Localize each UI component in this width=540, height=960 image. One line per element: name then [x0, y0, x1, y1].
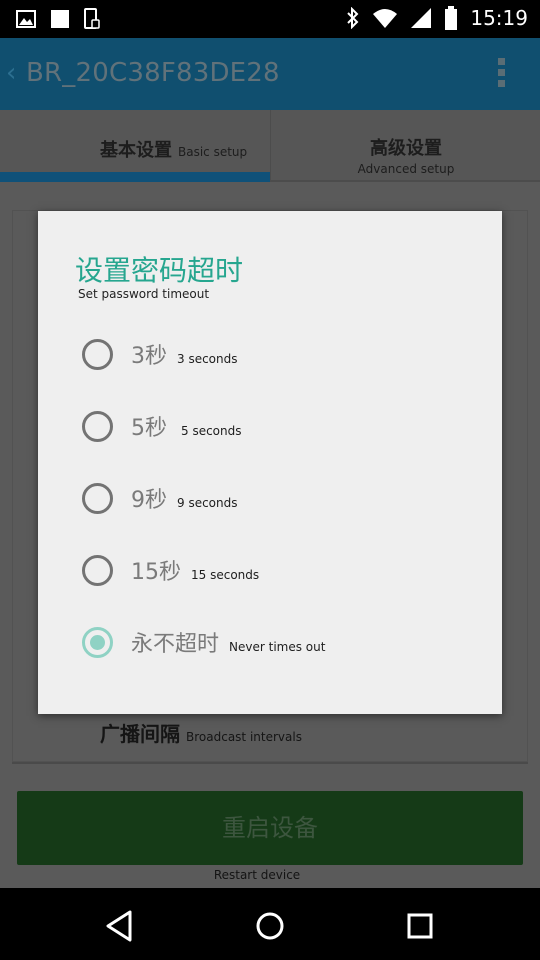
tab-indicator [0, 172, 270, 182]
chevron-left-icon[interactable]: ‹ [6, 58, 16, 88]
option-label-cn: 永不超时 [131, 632, 220, 657]
image-icon [16, 10, 36, 28]
restart-label-cn: 重启设备 [222, 814, 318, 842]
bluetooth-icon [347, 7, 359, 29]
status-system: 15:19 [346, 6, 528, 30]
tab-label-cn: 基本设置 [100, 140, 172, 161]
home-circle-icon[interactable] [250, 906, 290, 946]
tab-label-en: Advanced setup [357, 162, 455, 176]
option-label-cn: 9秒 [131, 488, 167, 513]
page-title: BR_20C38F83DE28 [26, 58, 280, 88]
status-time: 15:19 [470, 6, 528, 30]
battery-icon [445, 6, 458, 30]
restart-device-button[interactable]: 重启设备 [17, 791, 523, 865]
option-label-en: 15 seconds [191, 568, 260, 582]
back-triangle-icon[interactable] [100, 906, 140, 946]
dialog-title: 设置密码超时 [75, 254, 244, 287]
phone-bag-icon [84, 8, 100, 29]
app-bar: ‹ BR_20C38F83DE28 [0, 38, 540, 110]
radio-button-checked[interactable] [82, 626, 113, 658]
broadcast-label-en: Broadcast intervals [186, 730, 302, 744]
more-vert-icon[interactable] [496, 58, 506, 90]
signal-icon [411, 8, 432, 28]
status-bar: 15:19 [0, 0, 540, 38]
option-15-seconds[interactable]: 15秒 15 seconds [82, 550, 482, 590]
tab-label-en: Basic setup [178, 145, 248, 159]
option-label-en: 3 seconds [177, 352, 238, 366]
option-label-en: 9 seconds [177, 496, 238, 510]
option-never-timeout[interactable]: 永不超时 Never times out [82, 622, 482, 662]
radio-button[interactable] [82, 482, 113, 514]
tab-label-cn: 高级设置 [370, 138, 442, 159]
tab-advanced-setup[interactable]: 高级设置 Advanced setup [270, 110, 540, 182]
status-notifications [16, 8, 100, 30]
option-label-en: 5 seconds [181, 424, 242, 438]
option-3-seconds[interactable]: 3秒 3 seconds [82, 334, 482, 374]
option-label-cn: 15秒 [131, 560, 181, 585]
radio-button[interactable] [82, 554, 113, 586]
broadcast-interval-row[interactable]: 广播间隔 Broadcast intervals [100, 718, 302, 747]
restart-label-en: Restart device [213, 868, 301, 882]
wifi-icon [373, 9, 398, 28]
radio-button[interactable] [82, 410, 113, 442]
password-timeout-dialog: 设置密码超时 Set password timeout 3秒 3 seconds… [38, 211, 502, 714]
divider [12, 762, 528, 764]
broadcast-label-cn: 广播间隔 [100, 722, 180, 746]
recents-square-icon[interactable] [400, 906, 440, 946]
option-label-cn: 3秒 [131, 344, 167, 369]
square-icon [51, 10, 69, 28]
option-label-cn: 5秒 [131, 416, 167, 441]
option-5-seconds[interactable]: 5秒 5 seconds [82, 406, 482, 446]
radio-button[interactable] [82, 338, 113, 370]
option-9-seconds[interactable]: 9秒 9 seconds [82, 478, 482, 518]
option-label-en: Never times out [229, 640, 326, 654]
navigation-bar [0, 888, 540, 960]
dialog-subtitle: Set password timeout [78, 287, 210, 301]
